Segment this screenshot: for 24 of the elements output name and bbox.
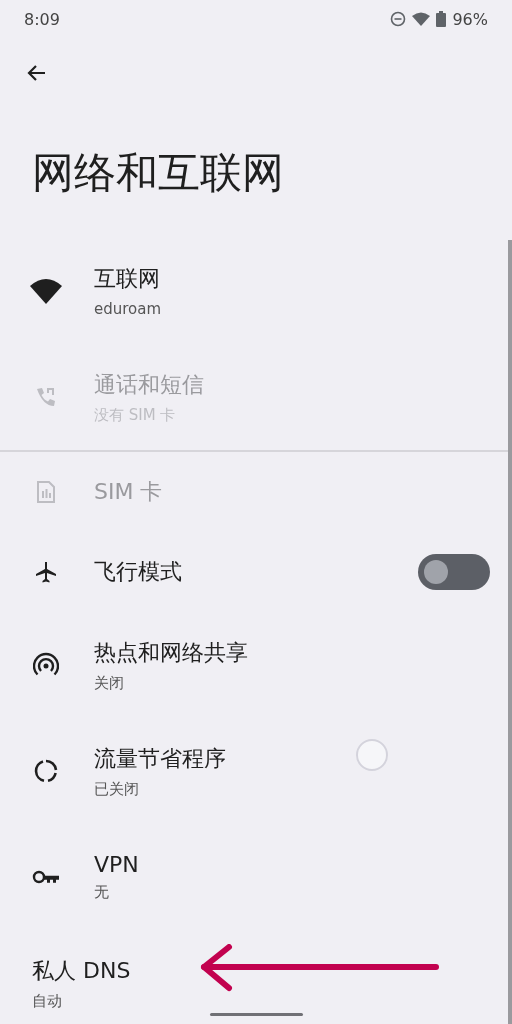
setting-title[interactable]: VPN bbox=[94, 852, 490, 877]
hotspot-icon bbox=[33, 652, 59, 678]
setting-summary: 自动 bbox=[32, 991, 63, 1011]
setting-title[interactable]: 互联网 bbox=[94, 264, 490, 294]
airplane-icon bbox=[34, 560, 58, 584]
setting-title[interactable]: 飞行模式 bbox=[94, 557, 418, 587]
setting-summary: eduroam bbox=[94, 300, 163, 318]
setting-title[interactable]: 热点和网络共享 bbox=[94, 637, 490, 668]
setting-title[interactable]: 私人 DNS bbox=[32, 955, 490, 986]
status-time: 8:09 bbox=[24, 9, 60, 29]
toggle-switch[interactable] bbox=[418, 554, 490, 590]
setting-title[interactable]: 流量节省程序 bbox=[94, 743, 490, 774]
setting-summary: 关闭 bbox=[94, 673, 125, 693]
touch-indicator bbox=[356, 739, 388, 771]
battery-icon bbox=[436, 11, 447, 27]
page-title: 网络和互联网 bbox=[31, 147, 285, 199]
setting-summary: 无 bbox=[94, 883, 110, 902]
data-saver-icon bbox=[33, 758, 59, 784]
do-not-disturb-icon bbox=[390, 11, 407, 27]
wifi-signal-icon bbox=[412, 12, 431, 26]
battery-percent: 96% bbox=[452, 9, 488, 29]
key-icon bbox=[32, 869, 60, 885]
setting-summary: 已关闭 bbox=[94, 779, 140, 799]
navigation-handle[interactable] bbox=[210, 1013, 303, 1016]
